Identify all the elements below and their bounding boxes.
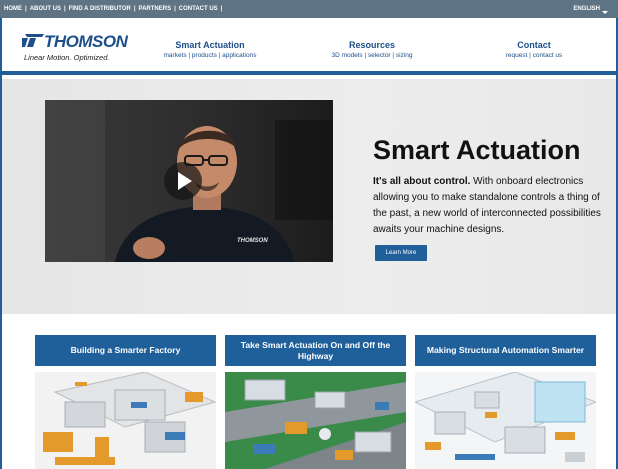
nav-separator: | <box>64 6 66 12</box>
language-selector[interactable]: ENGLISH <box>573 6 600 12</box>
nav-partners-link[interactable]: PARTNERS <box>139 6 172 12</box>
utility-bar: HOME | ABOUT US | FIND A DISTRIBUTOR | P… <box>0 0 618 18</box>
nav-resources[interactable]: Resources 3D models | selector | sizing <box>307 40 437 59</box>
nav-home-link[interactable]: HOME <box>4 6 22 12</box>
card-image[interactable] <box>225 372 406 469</box>
nav-separator: | <box>174 6 176 12</box>
nav-separator: | <box>25 6 27 12</box>
highway-illustration <box>225 372 406 469</box>
nav-contact[interactable]: Contact request | contact us <box>469 40 599 59</box>
card-title[interactable]: Building a Smarter Factory <box>35 335 216 366</box>
utility-nav: HOME | ABOUT US | FIND A DISTRIBUTOR | P… <box>4 6 225 12</box>
nav-resources-title[interactable]: Resources <box>307 40 437 50</box>
card-on-off-highway[interactable]: Take Smart Actuation On and Off the High… <box>225 335 406 469</box>
hero-title: Smart Actuation <box>373 135 581 165</box>
hero-section: THOMSON Smart Actuation It's all about c… <box>2 79 616 314</box>
card-title[interactable]: Making Structural Automation Smarter <box>415 335 596 366</box>
card-image[interactable] <box>35 372 216 469</box>
nav-contact-link[interactable]: CONTACT US <box>179 6 218 12</box>
play-icon[interactable] <box>164 162 202 200</box>
hero-lead: It's all about control. <box>373 176 471 187</box>
thomson-logo-mark-icon <box>22 34 44 47</box>
nav-smart-actuation-title[interactable]: Smart Actuation <box>145 40 275 50</box>
nav-resources-sublinks[interactable]: 3D models | selector | sizing <box>307 52 437 59</box>
nav-smart-actuation-sublinks[interactable]: markets | products | applications <box>145 52 275 59</box>
card-smarter-factory[interactable]: Building a Smarter Factory <box>35 335 216 469</box>
nav-contact-sublinks[interactable]: request | contact us <box>469 52 599 59</box>
nav-about-link[interactable]: ABOUT US <box>30 6 61 12</box>
hero-video[interactable]: THOMSON <box>45 100 333 262</box>
card-structural-automation[interactable]: Making Structural Automation Smarter <box>415 335 596 469</box>
card-title[interactable]: Take Smart Actuation On and Off the High… <box>225 335 406 366</box>
logo-tagline: Linear Motion. Optimized. <box>24 53 110 62</box>
card-image[interactable] <box>415 372 596 469</box>
structural-illustration <box>415 372 596 469</box>
shirt-logo: THOMSON <box>237 238 268 244</box>
nav-smart-actuation[interactable]: Smart Actuation markets | products | app… <box>145 40 275 59</box>
chevron-down-icon[interactable] <box>602 11 608 14</box>
nav-contact-title[interactable]: Contact <box>469 40 599 50</box>
nav-separator: | <box>220 6 223 12</box>
nav-separator: | <box>133 6 136 12</box>
nav-distributor-link[interactable]: FIND A DISTRIBUTOR <box>69 6 131 12</box>
site-header: THOMSON Linear Motion. Optimized. Smart … <box>2 18 616 75</box>
factory-illustration <box>35 372 216 469</box>
thomson-logo[interactable]: THOMSON Linear Motion. Optimized. <box>22 32 132 64</box>
logo-wordmark: THOMSON <box>44 32 128 51</box>
feature-cards: Building a Smarter Factory Take Smart Ac… <box>2 314 616 469</box>
learn-more-button[interactable]: Learn More <box>375 245 427 261</box>
hero-description: It's all about control. With onboard ele… <box>373 174 605 238</box>
